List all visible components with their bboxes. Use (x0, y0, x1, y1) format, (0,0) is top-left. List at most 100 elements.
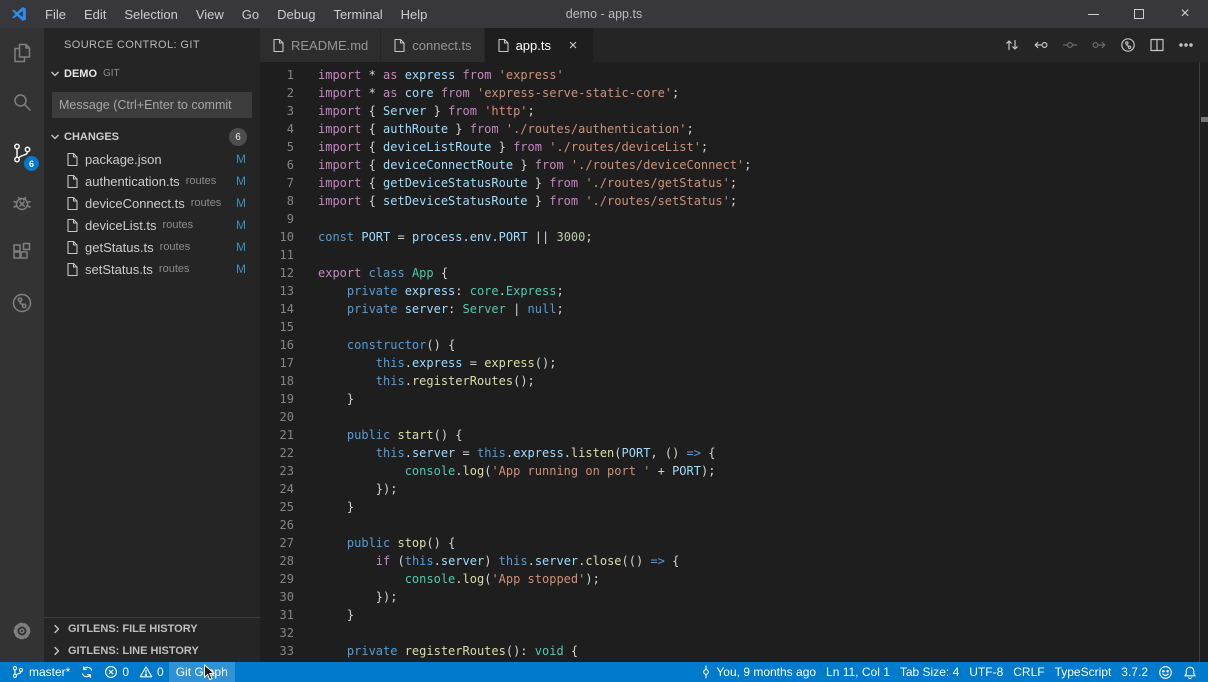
tab-README.md[interactable]: README.md (260, 28, 381, 62)
changed-file-deviceList.ts[interactable]: deviceList.tsroutesM (44, 214, 260, 236)
open-changes-icon[interactable] (1004, 37, 1020, 53)
changed-file-getStatus.ts[interactable]: getStatus.tsroutesM (44, 236, 260, 258)
minimize-button[interactable] (1070, 0, 1116, 28)
changed-file-setStatus.ts[interactable]: setStatus.tsroutesM (44, 258, 260, 280)
maximize-button[interactable] (1116, 0, 1162, 28)
file-icon (66, 262, 79, 277)
token: server (535, 554, 578, 568)
changes-list: package.jsonMauthentication.tsroutesMdev… (44, 148, 260, 280)
previous-change-icon[interactable] (1033, 37, 1049, 53)
line-text (294, 246, 318, 264)
menu-file[interactable]: File (36, 0, 75, 28)
token: console (405, 464, 456, 478)
line-number: 28 (260, 552, 294, 570)
activity-item-source-control[interactable]: 6 (0, 128, 44, 178)
changed-file-authentication.ts[interactable]: authentication.tsroutesM (44, 170, 260, 192)
token: console (405, 572, 456, 586)
token: from (470, 122, 506, 136)
token: core (470, 284, 499, 298)
tab-label: README.md (291, 38, 368, 53)
code-line-15: 15 (260, 318, 1208, 336)
token: . (405, 374, 412, 388)
close-button[interactable]: × (1162, 0, 1208, 28)
line-number: 10 (260, 228, 294, 246)
changes-section-header[interactable]: CHANGES 6 (44, 126, 260, 148)
sync-icon (80, 665, 94, 679)
changed-file-deviceConnect.ts[interactable]: deviceConnect.tsroutesM (44, 192, 260, 214)
code-line-7: 7import { getDeviceStatusRoute } from '.… (260, 174, 1208, 192)
file-icon (497, 38, 510, 53)
activity-item-debug[interactable] (0, 178, 44, 228)
warning-icon (139, 665, 153, 679)
code-editor[interactable]: 1import * as express from 'express'2impo… (260, 62, 1208, 662)
status-cursor-position[interactable]: Ln 11, Col 1 (821, 662, 895, 682)
file-status-modified: M (236, 174, 246, 188)
status-blame-annotation[interactable]: You, 9 months ago (695, 662, 821, 682)
code-line-13: 13 private express: core.Express; (260, 282, 1208, 300)
menu-edit[interactable]: Edit (75, 0, 115, 28)
activity-item-manage[interactable] (0, 606, 44, 656)
token: constructor (347, 338, 426, 352)
status-feedback[interactable] (1153, 662, 1178, 682)
split-editor-icon[interactable] (1149, 37, 1165, 53)
token: } (318, 608, 354, 622)
token: = (463, 446, 477, 460)
next-change-icon[interactable] (1091, 37, 1107, 53)
menu-go[interactable]: Go (233, 0, 268, 28)
editor-scrollbar[interactable] (1199, 62, 1208, 662)
status-git-graph-status[interactable]: Git Graph (169, 662, 235, 682)
toggle-blame-icon[interactable] (1062, 37, 1078, 53)
status-encoding[interactable]: UTF-8 (964, 662, 1008, 682)
commit-message-input[interactable] (52, 92, 252, 118)
git-branch-icon (11, 665, 25, 679)
code-line-8: 8import { setDeviceStatusRoute } from '.… (260, 192, 1208, 210)
token: import (318, 68, 369, 82)
activity-item-extensions[interactable] (0, 228, 44, 278)
menu-view[interactable]: View (187, 0, 233, 28)
status-language-mode[interactable]: TypeScript (1050, 662, 1117, 682)
status-notifications[interactable] (1178, 662, 1202, 682)
line-text: } (294, 390, 354, 408)
code-line-2: 2import * as core from 'express-serve-st… (260, 84, 1208, 102)
status-errors-status[interactable]: 0 (99, 662, 134, 682)
activity-item-explorer[interactable] (0, 28, 44, 78)
status-warnings-status[interactable]: 0 (134, 662, 169, 682)
activity-badge: 6 (24, 156, 39, 171)
file-icon (272, 38, 285, 53)
repo-header[interactable]: DEMO GIT (44, 62, 260, 85)
tab-close-icon[interactable]: × (565, 38, 581, 53)
status-indentation[interactable]: Tab Size: 4 (895, 662, 964, 682)
gitlens-graph-icon[interactable] (1120, 37, 1136, 53)
feedback-icon (1158, 665, 1173, 680)
token: PORT (672, 464, 701, 478)
menu-help[interactable]: Help (392, 0, 437, 28)
line-text: import { Server } from 'http'; (294, 102, 535, 120)
panel-gitlens-line-history[interactable]: GITLENS: LINE HISTORY (44, 640, 260, 662)
token: './routes/getStatus' (585, 176, 730, 190)
line-number: 6 (260, 156, 294, 174)
token: } (535, 176, 549, 190)
status-eol[interactable]: CRLF (1008, 662, 1049, 682)
token: log (463, 572, 485, 586)
line-text (294, 624, 318, 642)
token: } (318, 392, 354, 406)
changed-file-package.json[interactable]: package.jsonM (44, 148, 260, 170)
activity-item-search[interactable] (0, 78, 44, 128)
token: . (528, 554, 535, 568)
more-actions-icon[interactable] (1178, 37, 1194, 53)
tab-connect.ts[interactable]: connect.ts (381, 28, 484, 62)
code-line-29: 29 console.log('App stopped'); (260, 570, 1208, 588)
menu-debug[interactable]: Debug (268, 0, 324, 28)
status-sync-status[interactable] (75, 662, 99, 682)
panel-gitlens-file-history[interactable]: GITLENS: FILE HISTORY (44, 618, 260, 640)
menu-terminal[interactable]: Terminal (324, 0, 391, 28)
status-git-branch-status[interactable]: master* (6, 662, 75, 682)
line-number: 18 (260, 372, 294, 390)
line-number: 26 (260, 516, 294, 534)
sidebar-title: SOURCE CONTROL: GIT (44, 28, 260, 62)
menu-selection[interactable]: Selection (115, 0, 186, 28)
activity-item-gitlens[interactable] (0, 278, 44, 328)
tab-app.ts[interactable]: app.ts× (485, 28, 594, 62)
status-typescript-version[interactable]: 3.7.2 (1116, 662, 1153, 682)
tabs: README.md connect.tsapp.ts× (260, 28, 594, 62)
